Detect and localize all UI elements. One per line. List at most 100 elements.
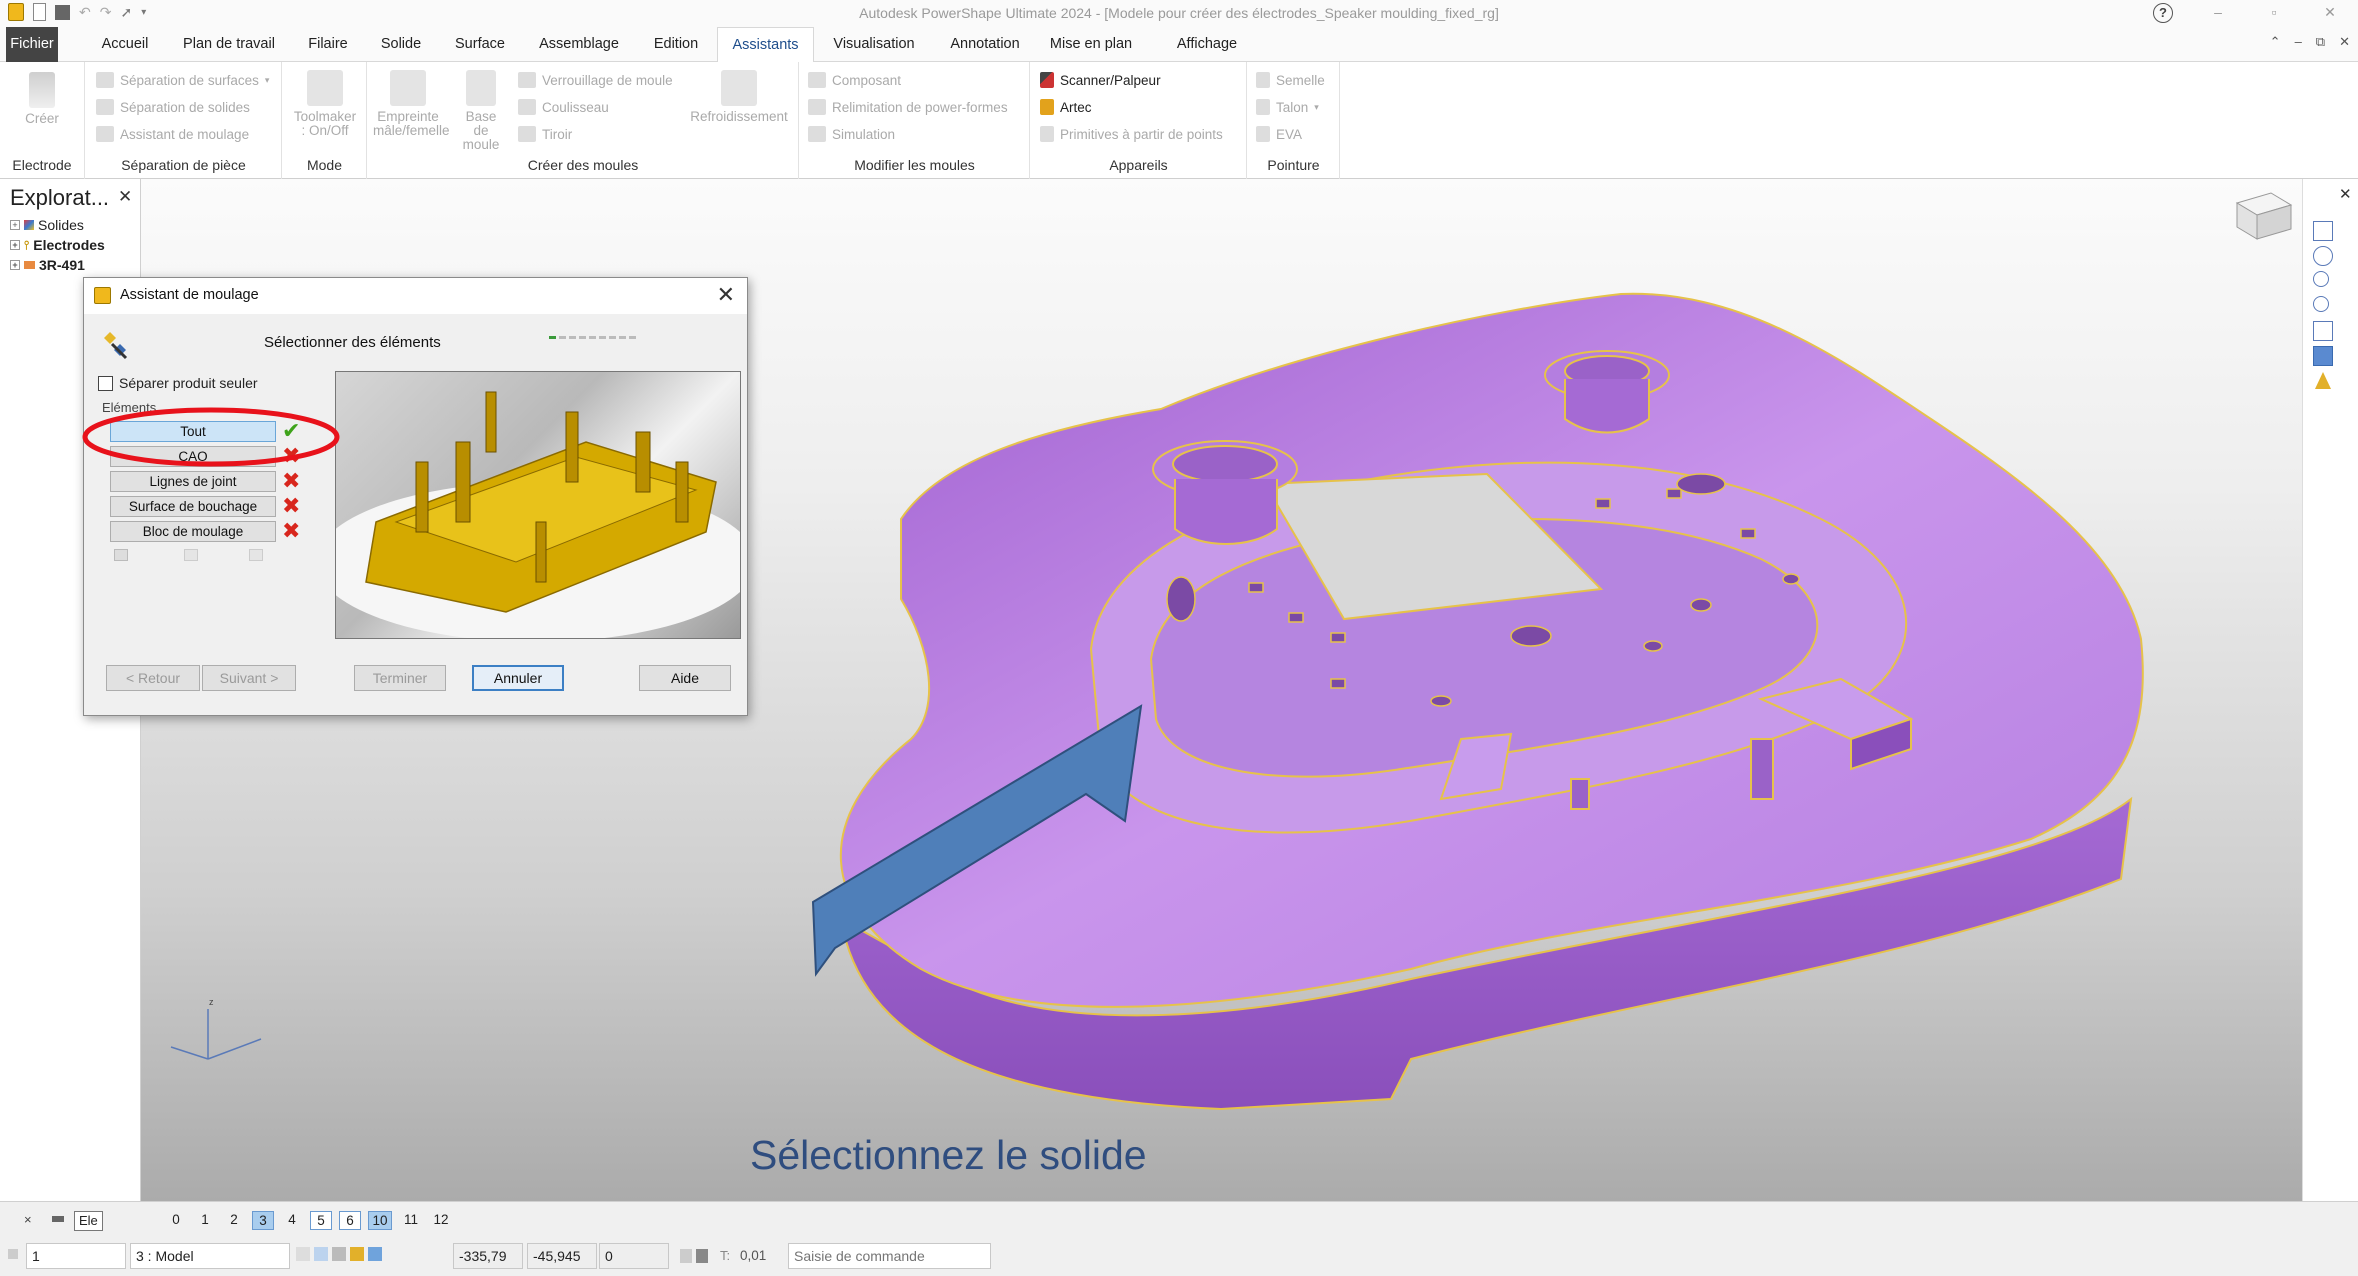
tiroir-button[interactable]: Tiroir (518, 126, 572, 142)
tab-accueil[interactable]: Accueil (90, 27, 160, 62)
element-lignes-joint-button[interactable]: Lignes de joint (110, 471, 276, 492)
separation-surfaces-button[interactable]: Séparation de surfaces ▾ (96, 72, 269, 88)
tab-annotation[interactable]: Annotation (935, 27, 1035, 62)
zoom-in-icon[interactable] (2313, 271, 2329, 287)
wizard-progress (549, 336, 636, 339)
view-top-icon[interactable] (2313, 221, 2333, 241)
z-coordinate-field[interactable]: 0 (599, 1243, 669, 1269)
relimitation-button[interactable]: Relimitation de power-formes (808, 99, 1008, 115)
refroidissement-button[interactable]: Refroidissement (686, 70, 792, 124)
tree-item-solides[interactable]: + Solides (10, 217, 84, 233)
minimize-button[interactable]: – (2190, 0, 2246, 27)
level-6[interactable]: 6 (339, 1211, 361, 1230)
primitives-button[interactable]: Primitives à partir de points (1040, 126, 1223, 142)
element-surface-bouchage-button[interactable]: Surface de bouchage (110, 496, 276, 517)
coulisseau-button[interactable]: Coulisseau (518, 99, 609, 115)
separate-product-checkbox[interactable]: Séparer produit seuler (98, 375, 258, 391)
model-select[interactable]: 3 : Model (130, 1243, 290, 1269)
zoom-out-icon[interactable] (2313, 296, 2329, 312)
expand-icon[interactable]: + (10, 260, 20, 270)
expand-icon[interactable]: + (10, 240, 20, 250)
grid-icon[interactable] (296, 1247, 310, 1261)
tab-surface[interactable]: Surface (445, 27, 515, 62)
level-11[interactable]: 11 (399, 1211, 423, 1230)
level-close-button[interactable]: × (24, 1212, 32, 1227)
lighting-icon[interactable] (2313, 371, 2333, 391)
separation-solides-button[interactable]: Séparation de solides (96, 99, 250, 115)
help-button[interactable]: Aide (639, 665, 731, 691)
level-2[interactable]: 2 (223, 1211, 245, 1230)
snap-icon[interactable] (314, 1247, 328, 1261)
finish-button[interactable]: Terminer (354, 665, 446, 691)
tab-filaire[interactable]: Filaire (298, 27, 358, 62)
doc-minimize-button[interactable]: – (2295, 34, 2302, 50)
y-coordinate-field[interactable]: -45,945 (527, 1243, 597, 1269)
base-de-moule-button[interactable]: Base de moule (460, 70, 502, 152)
doc-restore-button[interactable]: ⧉ (2316, 34, 2325, 50)
workplane-select[interactable]: 1 (26, 1243, 126, 1269)
level-10[interactable]: 10 (368, 1211, 392, 1230)
level-12[interactable]: 12 (429, 1211, 453, 1230)
artec-button[interactable]: Artec (1040, 99, 1092, 115)
expand-icon[interactable]: + (10, 220, 20, 230)
view-iso-icon[interactable] (2313, 246, 2333, 266)
tab-fichier[interactable]: Fichier (6, 27, 58, 62)
verrouillage-moule-button[interactable]: Verrouillage de moule (518, 72, 673, 88)
units-icon[interactable] (680, 1249, 692, 1263)
scanner-palpeur-button[interactable]: Scanner/Palpeur (1040, 72, 1161, 88)
x-coordinate-field[interactable]: -335,79 (453, 1243, 523, 1269)
assistant-moulage-button[interactable]: Assistant de moulage (96, 126, 249, 142)
small-tool-icon[interactable] (249, 549, 263, 561)
pen-icon[interactable] (350, 1247, 364, 1261)
checkbox-box[interactable] (98, 375, 113, 391)
doc-close-button[interactable]: ✕ (2339, 34, 2350, 50)
command-input[interactable] (788, 1243, 991, 1269)
tab-assemblage[interactable]: Assemblage (530, 27, 628, 62)
workplane-icon[interactable] (368, 1247, 382, 1261)
tab-plan-de-travail[interactable]: Plan de travail (175, 27, 283, 62)
toolmaker-toggle-button[interactable]: Toolmaker : On/Off (287, 70, 363, 138)
level-3[interactable]: 3 (252, 1211, 274, 1230)
level-1[interactable]: 1 (194, 1211, 216, 1230)
tree-item-electrodes[interactable]: + ⫯ Electrodes (10, 237, 105, 253)
empreinte-button[interactable]: Empreinte mâle/femelle (373, 70, 450, 138)
mould-wizard-icon (96, 126, 114, 142)
level-type-selector[interactable]: Ele (74, 1211, 103, 1231)
tab-affichage[interactable]: Affichage (1168, 27, 1246, 62)
next-button[interactable]: Suivant > (202, 665, 296, 691)
calculator-icon[interactable] (696, 1249, 708, 1263)
collapse-ribbon-icon[interactable]: ⌃ (2270, 34, 2281, 50)
eva-button[interactable]: EVA (1256, 126, 1302, 142)
close-window-button[interactable]: ✕ (2302, 0, 2358, 27)
semelle-button[interactable]: Semelle (1256, 72, 1325, 88)
zoom-fit-icon[interactable] (2313, 321, 2333, 341)
small-tool-icon[interactable] (114, 549, 128, 561)
creer-electrode-button[interactable]: Créer (18, 72, 66, 126)
help-icon[interactable]: ? (2153, 3, 2173, 23)
restore-button[interactable]: ▫ (2246, 0, 2302, 27)
speaker-moulding-solid[interactable] (839, 292, 2144, 1111)
back-button[interactable]: < Retour (106, 665, 200, 691)
tab-solide[interactable]: Solide (372, 27, 430, 62)
simulation-button[interactable]: Simulation (808, 126, 895, 142)
tab-mise-en-plan[interactable]: Mise en plan (1048, 27, 1134, 62)
level-filter-icon[interactable] (50, 1212, 66, 1226)
cancel-button[interactable]: Annuler (472, 665, 564, 691)
small-tool-icon[interactable] (184, 549, 198, 561)
tab-visualisation[interactable]: Visualisation (826, 27, 922, 62)
element-bloc-moulage-button[interactable]: Bloc de moulage (110, 521, 276, 542)
shaded-view-icon[interactable] (2313, 346, 2333, 366)
level-0[interactable]: 0 (165, 1211, 187, 1230)
lock-icon[interactable] (332, 1247, 346, 1261)
level-5[interactable]: 5 (310, 1211, 332, 1230)
tree-item-3r-491[interactable]: + 3R-491 (10, 257, 85, 273)
composant-button[interactable]: Composant (808, 72, 901, 88)
tab-assistants[interactable]: Assistants (717, 27, 814, 63)
level-4[interactable]: 4 (281, 1211, 303, 1230)
view-toolbar-close-button[interactable]: ✕ (2339, 185, 2352, 203)
talon-button[interactable]: Talon ▾ (1256, 99, 1319, 115)
dialog-close-button[interactable]: ✕ (717, 282, 735, 308)
explorer-close-button[interactable]: ✕ (118, 187, 132, 207)
tab-edition[interactable]: Edition (643, 27, 709, 62)
view-cube[interactable] (2235, 192, 2293, 240)
